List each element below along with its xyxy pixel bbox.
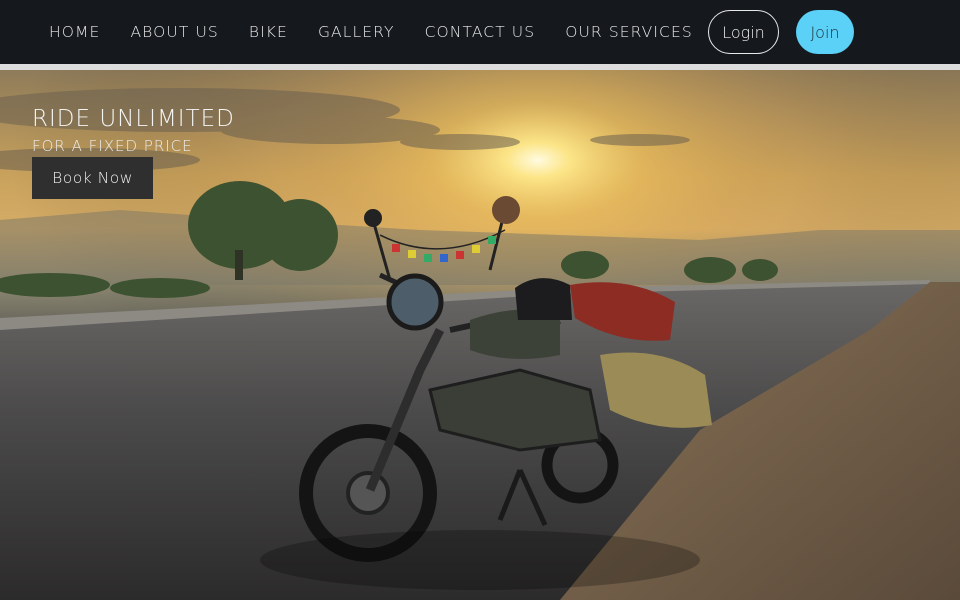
nav-links: HOME ABOUT US BIKE GALLERY CONTACT US OU… xyxy=(34,0,708,64)
hero-title: RIDE UNLIMITED xyxy=(32,106,235,132)
nav-link-home[interactable]: HOME xyxy=(34,23,115,41)
bike-shadow xyxy=(260,530,700,590)
nav-link-gallery[interactable]: GALLERY xyxy=(303,23,410,41)
join-button[interactable]: Join xyxy=(796,10,854,54)
nav-link-bike[interactable]: BIKE xyxy=(234,23,303,41)
login-button[interactable]: Login xyxy=(708,10,779,54)
top-navbar: HOME ABOUT US BIKE GALLERY CONTACT US OU… xyxy=(0,0,960,64)
book-now-button[interactable]: Book Now xyxy=(32,157,153,199)
hero-banner: RIDE UNLIMITED FOR A FIXED PRICE Book No… xyxy=(0,70,960,600)
headlight xyxy=(386,273,444,331)
helmet xyxy=(515,278,572,320)
hero-subtitle: FOR A FIXED PRICE xyxy=(32,137,193,155)
mirror-left xyxy=(364,209,382,227)
mirror-right xyxy=(492,196,520,224)
nav-link-contact-us[interactable]: CONTACT US xyxy=(410,23,551,41)
nav-link-our-services[interactable]: OUR SERVICES xyxy=(550,23,708,41)
nav-link-about-us[interactable]: ABOUT US xyxy=(115,23,233,41)
